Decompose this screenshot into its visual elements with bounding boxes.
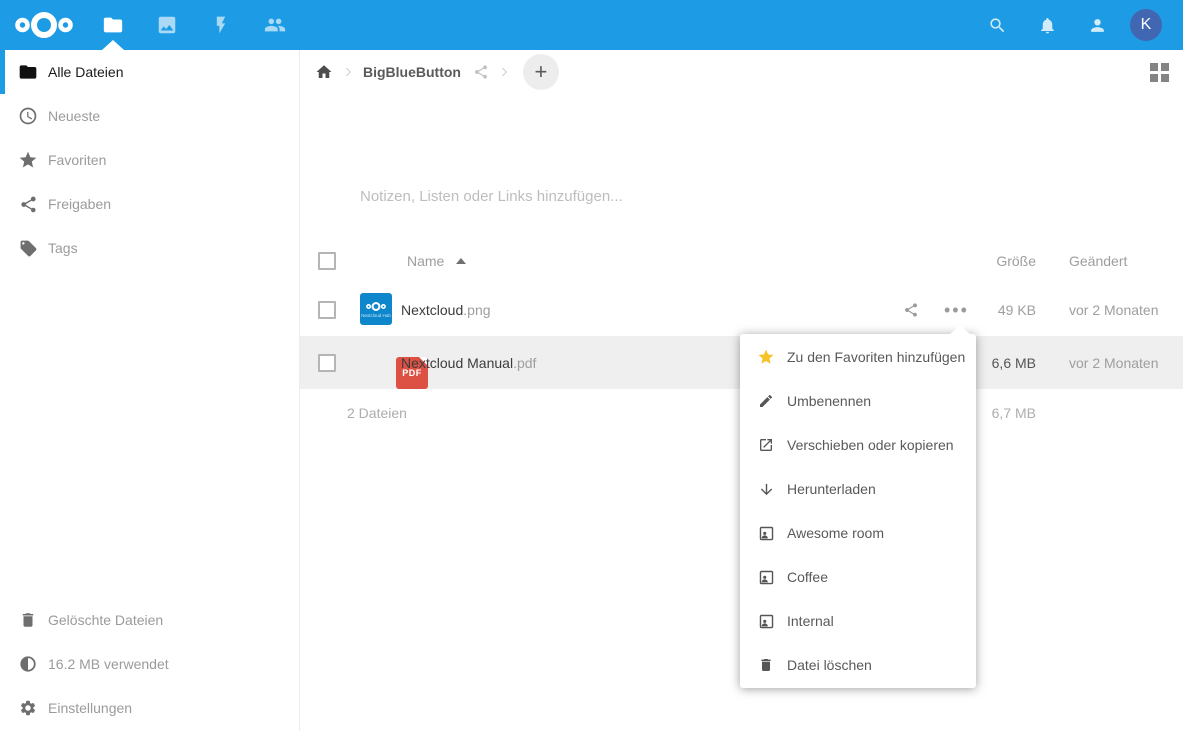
file-name[interactable]: Nextcloud Manual.pdf (401, 355, 536, 371)
room-icon (757, 613, 775, 630)
column-header-modified[interactable]: Geändert (1069, 253, 1127, 269)
menu-item-move-or-copy[interactable]: Verschieben oder kopieren (740, 423, 976, 467)
sidebar-item-label: Tags (48, 240, 78, 256)
file-count: 2 Dateien (347, 405, 407, 421)
sidebar-item-label: Gelöschte Dateien (48, 612, 163, 628)
gear-icon (17, 699, 39, 717)
menu-item-rename[interactable]: Umbenennen (740, 379, 976, 423)
menu-item-room-internal[interactable]: Internal (740, 599, 976, 643)
tag-icon (17, 239, 39, 258)
breadcrumb: BigBlueButton + (300, 50, 1183, 94)
star-icon (17, 150, 39, 170)
sort-ascending-icon (456, 258, 466, 264)
move-icon (757, 437, 775, 453)
room-icon (757, 525, 775, 542)
share-icon (17, 195, 39, 214)
quota-icon (17, 655, 39, 673)
sidebar-item-settings[interactable]: Einstellungen (0, 686, 299, 730)
folder-icon (17, 62, 39, 82)
file-actions-menu: Zu den Favoriten hinzufügen Umbenennen V… (740, 334, 976, 688)
grid-view-toggle-icon[interactable] (1150, 63, 1170, 83)
notes-placeholder[interactable]: Notizen, Listen oder Links hinzufügen... (360, 188, 920, 205)
sidebar-item-label: Einstellungen (48, 700, 132, 716)
new-file-button[interactable]: + (523, 54, 559, 90)
contacts-menu-icon[interactable] (1080, 0, 1114, 50)
sidebar-item-shares[interactable]: Freigaben (0, 182, 299, 226)
chevron-right-icon (341, 65, 355, 79)
png-file-thumbnail[interactable]: Nextcloud Hub (360, 293, 392, 325)
row-checkbox[interactable] (318, 301, 336, 319)
trash-icon (17, 611, 39, 629)
room-icon (757, 569, 775, 586)
sidebar-item-label: Neueste (48, 108, 100, 124)
chevron-right-icon (497, 65, 511, 79)
select-all-checkbox[interactable] (318, 252, 336, 270)
file-name[interactable]: Nextcloud.png (401, 302, 491, 318)
top-bar: K (0, 0, 1183, 50)
contacts-app-icon[interactable] (248, 0, 302, 50)
sidebar-item-tags[interactable]: Tags (0, 226, 299, 270)
sidebar-item-all-files[interactable]: Alle Dateien (0, 50, 299, 94)
sidebar-item-deleted-files[interactable]: Gelöschte Dateien (0, 598, 299, 642)
file-size: 49 KB (916, 302, 1036, 318)
column-header-name[interactable]: Name (407, 253, 466, 269)
breadcrumb-share-icon[interactable] (473, 64, 489, 80)
menu-item-room-awesome[interactable]: Awesome room (740, 511, 976, 555)
file-modified: vor 2 Monaten (1069, 355, 1159, 371)
column-header-size[interactable]: Größe (916, 253, 1036, 269)
sidebar-item-recent[interactable]: Neueste (0, 94, 299, 138)
file-modified: vor 2 Monaten (1069, 302, 1159, 318)
star-icon (757, 348, 775, 366)
sidebar: Alle Dateien Neueste Favoriten Freigaben… (0, 50, 300, 731)
notifications-bell-icon[interactable] (1030, 0, 1064, 50)
download-icon (757, 481, 775, 498)
nextcloud-logo[interactable] (13, 9, 75, 46)
home-icon[interactable] (315, 63, 333, 81)
trash-icon (757, 657, 775, 673)
pencil-icon (757, 393, 775, 409)
active-app-pointer (102, 40, 124, 50)
nextcloud-files-page: K Alle Dateien Neueste Favoriten Freiga (0, 0, 1183, 731)
sidebar-item-quota[interactable]: 16.2 MB verwendet (0, 642, 299, 686)
sidebar-item-label: Favoriten (48, 152, 106, 168)
user-avatar[interactable]: K (1130, 9, 1162, 41)
row-checkbox[interactable] (318, 354, 336, 372)
popover-arrow (949, 325, 971, 335)
breadcrumb-folder[interactable]: BigBlueButton (363, 64, 461, 80)
clock-icon (17, 106, 39, 126)
table-header-row: Name Größe Geändert (300, 238, 1183, 283)
activity-app-icon[interactable] (194, 0, 248, 50)
photos-app-icon[interactable] (140, 0, 194, 50)
thumbnail-caption: Nextcloud Hub (361, 313, 391, 318)
menu-item-room-coffee[interactable]: Coffee (740, 555, 976, 599)
search-icon[interactable] (980, 0, 1014, 50)
sidebar-item-label: 16.2 MB verwendet (48, 656, 169, 672)
sidebar-footer: Gelöschte Dateien 16.2 MB verwendet Eins… (0, 598, 299, 730)
menu-item-download[interactable]: Herunterladen (740, 467, 976, 511)
menu-item-add-to-favorites[interactable]: Zu den Favoriten hinzufügen (740, 335, 976, 379)
file-row-nextcloud-png[interactable]: Nextcloud Hub Nextcloud.png ••• 49 KB vo… (300, 283, 1183, 336)
sidebar-item-label: Freigaben (48, 196, 111, 212)
menu-item-delete-file[interactable]: Datei löschen (740, 643, 976, 687)
sidebar-item-favorites[interactable]: Favoriten (0, 138, 299, 182)
sidebar-item-label: Alle Dateien (48, 64, 124, 80)
